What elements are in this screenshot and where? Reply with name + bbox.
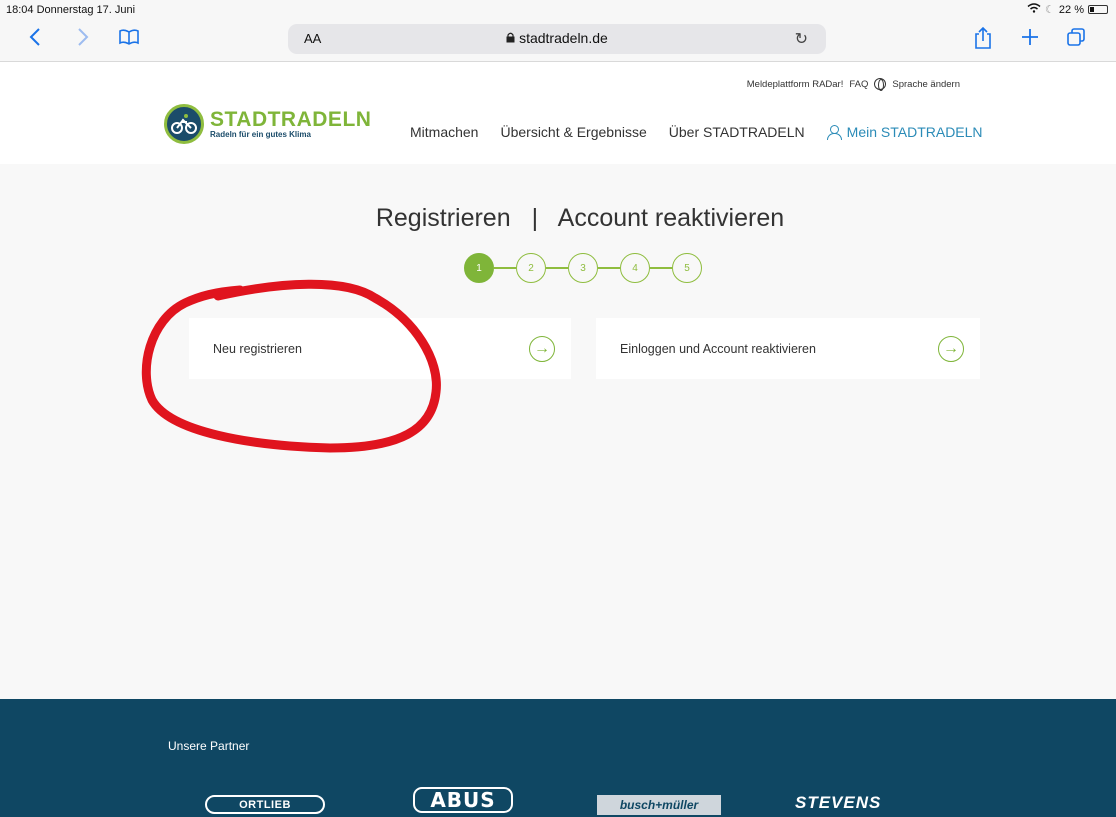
step-indicator: 1 2 3 4 5 xyxy=(464,253,702,283)
step-4: 4 xyxy=(620,253,650,283)
step-connector xyxy=(546,267,568,269)
step-1: 1 xyxy=(464,253,494,283)
card-label: Neu registrieren xyxy=(213,341,302,356)
step-2: 2 xyxy=(516,253,546,283)
title-account-reaktivieren[interactable]: Account reaktivieren xyxy=(558,204,785,232)
address-bar[interactable]: AA stadtradeln.de ↻ xyxy=(288,24,826,54)
battery-icon xyxy=(1088,5,1108,14)
book-icon[interactable] xyxy=(118,26,140,54)
lock-icon xyxy=(506,30,519,46)
status-indicators: ☾ 22 % xyxy=(1027,3,1108,16)
meta-link-faq[interactable]: FAQ xyxy=(849,79,868,90)
chevron-left-icon[interactable] xyxy=(28,26,42,54)
nav-item-mitmachen[interactable]: Mitmachen xyxy=(410,124,478,140)
partner-logo-stevens[interactable]: STEVENS xyxy=(795,793,881,813)
partners-title: Unsere Partner xyxy=(168,739,250,753)
site-logo[interactable]: STADTRADELN Radeln für ein gutes Klima xyxy=(164,104,371,144)
step-connector xyxy=(650,267,672,269)
main-nav: Mitmachen Übersicht & Ergebnisse Über ST… xyxy=(410,124,983,140)
step-5: 5 xyxy=(672,253,702,283)
partner-logo-ortlieb[interactable]: ORTLIEB xyxy=(205,795,325,814)
status-time-date: 18:04 Donnerstag 17. Juni xyxy=(6,4,136,16)
page-title: Registrieren | Account reaktivieren xyxy=(0,204,1116,233)
charging-icon: ☾ xyxy=(1045,4,1055,16)
meta-link-radar[interactable]: Meldeplattform RADar! xyxy=(747,79,844,90)
browser-toolbar: AA stadtradeln.de ↻ xyxy=(0,20,1116,62)
nav-item-mein-label: Mein STADTRADELN xyxy=(846,124,983,140)
arrow-right-circle-icon[interactable]: → xyxy=(529,336,555,362)
tabs-icon[interactable] xyxy=(1066,26,1086,54)
einloggen-reaktivieren-card[interactable]: Einloggen und Account reaktivieren → xyxy=(596,318,980,379)
step-connector xyxy=(494,267,516,269)
share-icon[interactable] xyxy=(974,26,992,56)
nav-item-uebersicht[interactable]: Übersicht & Ergebnisse xyxy=(500,124,646,140)
reload-icon[interactable]: ↻ xyxy=(795,29,808,49)
wifi-icon xyxy=(1027,3,1041,16)
step-connector xyxy=(598,267,620,269)
nav-item-ueber[interactable]: Über STADTRADELN xyxy=(669,124,805,140)
battery-percent: 22 % xyxy=(1058,3,1084,16)
nav-item-mein-stadtradeln[interactable]: Mein STADTRADELN xyxy=(826,124,983,140)
url-text: stadtradeln.de xyxy=(519,30,608,46)
partner-logos: ORTLIEB ABUS busch+müller STEVENS xyxy=(205,787,945,817)
card-label: Einloggen und Account reaktivieren xyxy=(620,341,816,356)
globe-icon[interactable] xyxy=(874,78,887,91)
partner-logo-busch-mueller[interactable]: busch+müller xyxy=(597,795,721,815)
url-display: stadtradeln.de xyxy=(288,30,826,46)
arrow-right-circle-icon[interactable]: → xyxy=(938,336,964,362)
step-3: 3 xyxy=(568,253,598,283)
logo-title: STADTRADELN xyxy=(210,108,372,131)
site-header: Meldeplattform RADar! FAQ Sprache ändern… xyxy=(0,62,1116,164)
footer: Unsere Partner ORTLIEB ABUS busch+müller… xyxy=(0,699,1116,817)
partner-logo-abus[interactable]: ABUS xyxy=(413,787,513,813)
plus-icon[interactable] xyxy=(1020,26,1040,54)
status-bar: 18:04 Donnerstag 17. Juni ☾ 22 % xyxy=(0,0,1116,20)
meta-link-language[interactable]: Sprache ändern xyxy=(892,79,960,90)
title-registrieren[interactable]: Registrieren xyxy=(376,204,511,232)
neu-registrieren-card[interactable]: Neu registrieren → xyxy=(189,318,571,379)
meta-nav: Meldeplattform RADar! FAQ Sprache ändern xyxy=(747,78,960,91)
chevron-right-icon[interactable] xyxy=(76,26,90,54)
title-separator: | xyxy=(531,204,539,232)
person-icon xyxy=(826,125,842,140)
cyclist-logo-icon xyxy=(164,104,204,144)
logo-subtitle: Radeln für ein gutes Klima xyxy=(210,130,311,139)
